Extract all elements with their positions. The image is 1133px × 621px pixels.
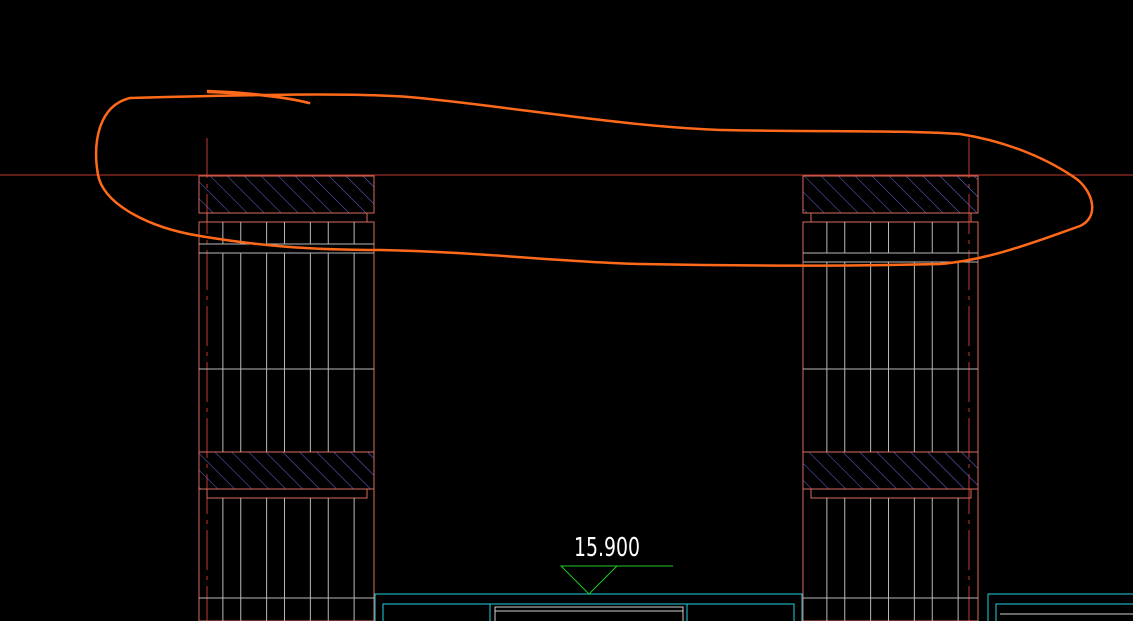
column-left-cap-strip [206,212,368,223]
elevation-marker[interactable]: 15.900 [559,533,673,595]
elevation-triangle-icon [559,565,619,595]
column-left-cap-hatched [198,175,375,214]
column-right-cap-hatched [802,175,979,214]
column-right-cap-strip [810,212,972,223]
markup-stroke-tail [206,89,311,105]
column-right [802,175,979,621]
cad-drawing-viewport[interactable]: 15.900 [0,0,1133,621]
column-left-vertical-lines [222,222,355,621]
column-right-mid-hatched [802,451,979,490]
window-frame-right [987,593,1133,621]
elevation-label: 15.900 [574,533,640,563]
column-right-body-outline [802,221,979,621]
column-left-body-outline [198,221,375,621]
column-right-vertical-lines [826,222,959,621]
window-frame [374,593,803,621]
column-left [198,175,375,621]
column-left-mid-hatched [198,451,375,490]
cad-drawing-canvas[interactable]: 15.900 [0,0,1133,621]
